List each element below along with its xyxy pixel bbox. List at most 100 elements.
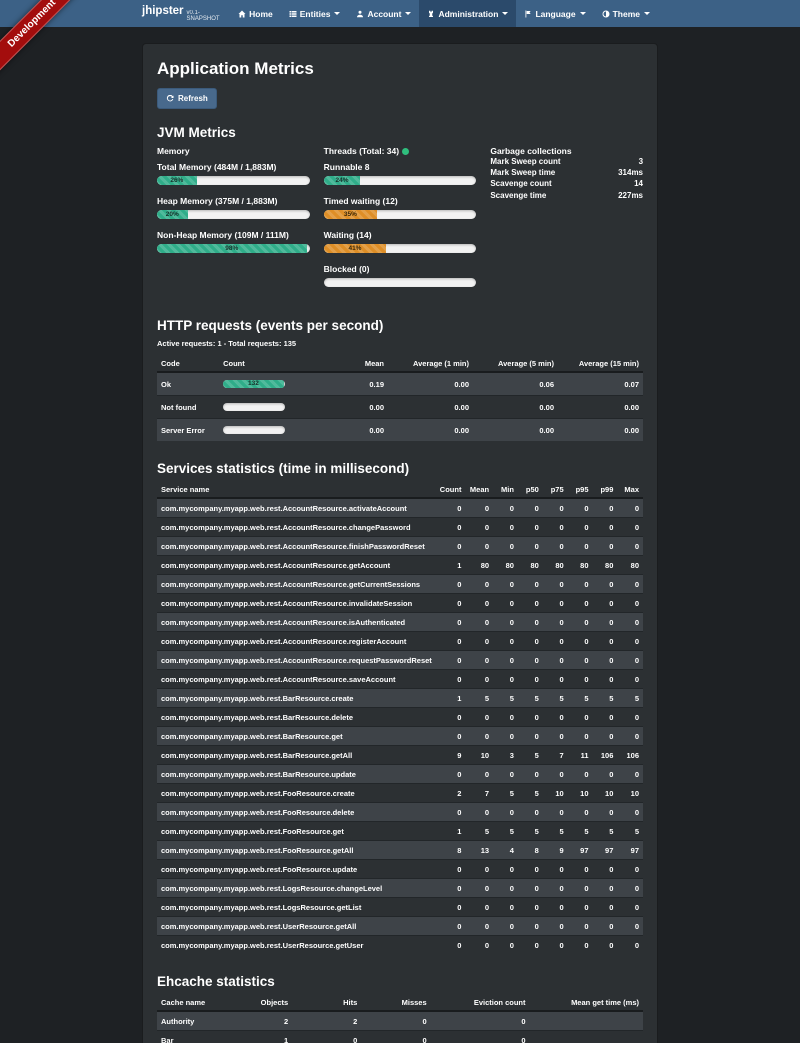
table-cell: 1 <box>436 822 466 841</box>
services-statistics-table: Service nameCountMeanMinp50p75p95p99Max … <box>157 482 643 954</box>
table-cell: 0.00 <box>473 396 558 419</box>
table-cell: 2 <box>292 1011 361 1031</box>
table-cell: 7 <box>543 746 568 765</box>
table-cell: 5 <box>493 784 518 803</box>
table-cell: 0 <box>543 898 568 917</box>
jvm-metric: Timed waiting (12) 35% <box>324 196 477 219</box>
table-cell: 0 <box>465 537 493 556</box>
table-cell: com.mycompany.myapp.web.rest.FooResource… <box>157 822 436 841</box>
table-cell: 9 <box>543 841 568 860</box>
table-cell: 0 <box>465 575 493 594</box>
progress-bar: 20% <box>157 210 310 219</box>
table-cell: 5 <box>518 822 543 841</box>
caret-down-icon <box>334 12 340 15</box>
http-request-row: Server Error0.000.000.000.00 <box>157 419 643 442</box>
table-cell: 0 <box>568 803 593 822</box>
table-cell: 0 <box>568 727 593 746</box>
table-cell: 0 <box>465 765 493 784</box>
table-cell: 80 <box>593 556 618 575</box>
table-cell: 0 <box>617 898 643 917</box>
table-cell: 0 <box>518 879 543 898</box>
table-cell: 0 <box>436 632 466 651</box>
table-cell: 0 <box>436 879 466 898</box>
metric-label: Timed waiting (12) <box>324 196 477 206</box>
service-statistics-row: com.mycompany.myapp.web.rest.FooResource… <box>157 841 643 860</box>
table-cell: 80 <box>617 556 643 575</box>
table-cell: com.mycompany.myapp.web.rest.UserResourc… <box>157 917 436 936</box>
table-cell: 0 <box>518 498 543 518</box>
table-cell: 0 <box>543 594 568 613</box>
table-cell: 0.00 <box>303 419 388 442</box>
user-icon <box>356 10 364 18</box>
table-cell: 5 <box>518 689 543 708</box>
table-cell: 0 <box>617 879 643 898</box>
service-statistics-row: com.mycompany.myapp.web.rest.AccountReso… <box>157 556 643 575</box>
table-cell: 0 <box>543 860 568 879</box>
ehcache-table-header-row: Cache nameObjectsHitsMissesEviction coun… <box>157 995 643 1011</box>
table-cell: 0 <box>465 879 493 898</box>
table-cell: 0 <box>436 575 466 594</box>
table-cell: 0 <box>436 670 466 689</box>
gc-value: 14 <box>634 178 643 189</box>
table-cell: 0 <box>518 537 543 556</box>
table-cell: 0 <box>543 708 568 727</box>
refresh-label: Refresh <box>178 94 208 103</box>
table-cell: 10 <box>543 784 568 803</box>
column-header: Objects <box>223 995 292 1011</box>
table-cell: 0 <box>593 917 618 936</box>
nav-item-entities[interactable]: Entities <box>281 0 349 27</box>
brand-name: jhipster <box>142 5 184 17</box>
table-cell: 97 <box>568 841 593 860</box>
table-cell: com.mycompany.myapp.web.rest.BarResource… <box>157 765 436 784</box>
brand-link[interactable]: jhipster v0.1-SNAPSHOT <box>142 5 230 22</box>
home-icon <box>238 10 246 18</box>
table-cell: 0 <box>593 670 618 689</box>
table-cell: 0 <box>436 498 466 518</box>
table-cell: 5 <box>518 746 543 765</box>
nav-item-administration[interactable]: Administration <box>419 0 516 27</box>
column-header: Hits <box>292 995 361 1011</box>
progress-bar: 35% <box>324 210 477 219</box>
table-cell: 0 <box>493 917 518 936</box>
metric-label: Waiting (14) <box>324 230 477 240</box>
table-cell: 0 <box>593 765 618 784</box>
column-header: Mean <box>465 482 493 498</box>
service-statistics-row: com.mycompany.myapp.web.rest.AccountReso… <box>157 594 643 613</box>
nav-item-home[interactable]: Home <box>230 0 281 27</box>
table-cell: 13 <box>465 841 493 860</box>
nav-item-theme[interactable]: Theme <box>594 0 658 27</box>
services-table-header-row: Service nameCountMeanMinp50p75p95p99Max <box>157 482 643 498</box>
nav-item-account[interactable]: Account <box>348 0 419 27</box>
table-cell: 0 <box>436 613 466 632</box>
service-statistics-row: com.mycompany.myapp.web.rest.AccountReso… <box>157 518 643 537</box>
table-cell: 80 <box>543 556 568 575</box>
table-cell: 10 <box>568 784 593 803</box>
table-cell: 0 <box>493 936 518 955</box>
table-cell: 0 <box>493 708 518 727</box>
service-statistics-row: com.mycompany.myapp.web.rest.AccountReso… <box>157 613 643 632</box>
table-cell: 0 <box>568 917 593 936</box>
table-cell: 8 <box>436 841 466 860</box>
table-cell: 5 <box>465 822 493 841</box>
service-statistics-row: com.mycompany.myapp.web.rest.FooResource… <box>157 784 643 803</box>
table-cell: 10 <box>617 784 643 803</box>
service-statistics-row: com.mycompany.myapp.web.rest.LogsResourc… <box>157 898 643 917</box>
tower-icon <box>427 10 435 18</box>
table-cell: 0 <box>568 651 593 670</box>
table-cell: 0 <box>518 651 543 670</box>
metric-label: Blocked (0) <box>324 264 477 274</box>
table-cell: 10 <box>465 746 493 765</box>
table-cell: 0 <box>465 632 493 651</box>
nav-item-language[interactable]: Language <box>516 0 593 27</box>
table-cell: 0 <box>436 537 466 556</box>
gc-label: Mark Sweep count <box>490 156 560 167</box>
caret-down-icon <box>405 12 411 15</box>
refresh-button[interactable]: Refresh <box>157 88 217 109</box>
table-cell: com.mycompany.myapp.web.rest.AccountReso… <box>157 594 436 613</box>
table-cell: 106 <box>593 746 618 765</box>
list-icon <box>289 10 297 18</box>
service-statistics-row: com.mycompany.myapp.web.rest.AccountReso… <box>157 498 643 518</box>
table-cell: 0 <box>543 917 568 936</box>
jvm-metric: Runnable 824% <box>324 162 477 185</box>
table-cell: 0 <box>465 651 493 670</box>
